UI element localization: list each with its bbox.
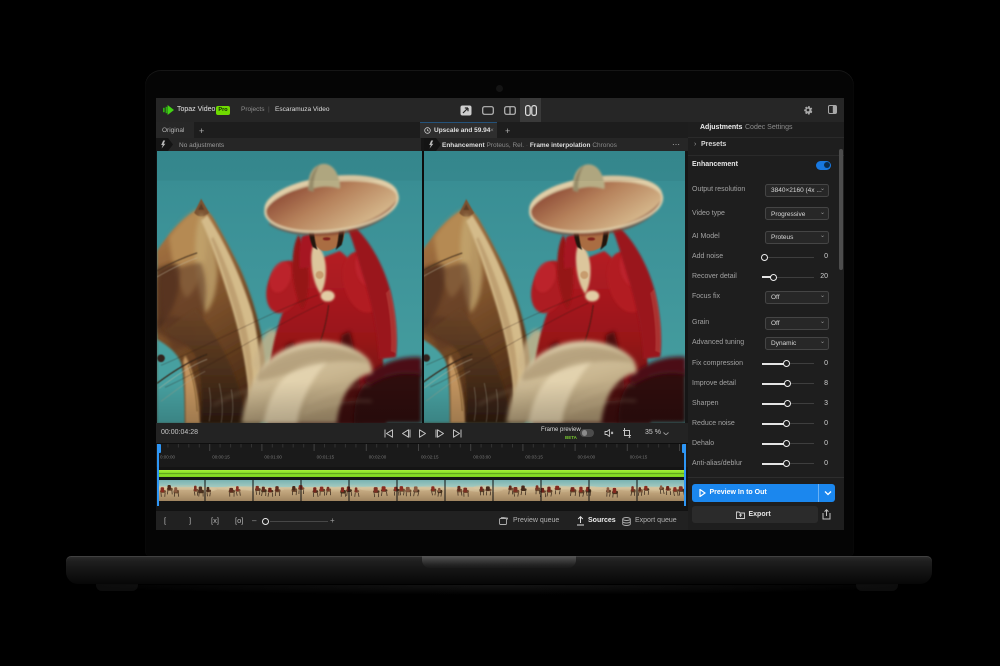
svg-text:00:00:15: 00:00:15	[212, 455, 230, 460]
svg-text:00:04:00: 00:04:00	[578, 455, 596, 460]
svg-text:00:03:15: 00:03:15	[525, 455, 543, 460]
svg-text:0:00:00: 0:00:00	[160, 455, 176, 460]
svg-text:00:04:15: 00:04:15	[630, 455, 648, 460]
svg-text:00:02:00: 00:02:00	[369, 455, 387, 460]
svg-text:00:03:00: 00:03:00	[473, 455, 491, 460]
svg-text:00:02:15: 00:02:15	[421, 455, 439, 460]
svg-text:00:01:15: 00:01:15	[317, 455, 335, 460]
svg-text:00:01:00: 00:01:00	[264, 455, 282, 460]
